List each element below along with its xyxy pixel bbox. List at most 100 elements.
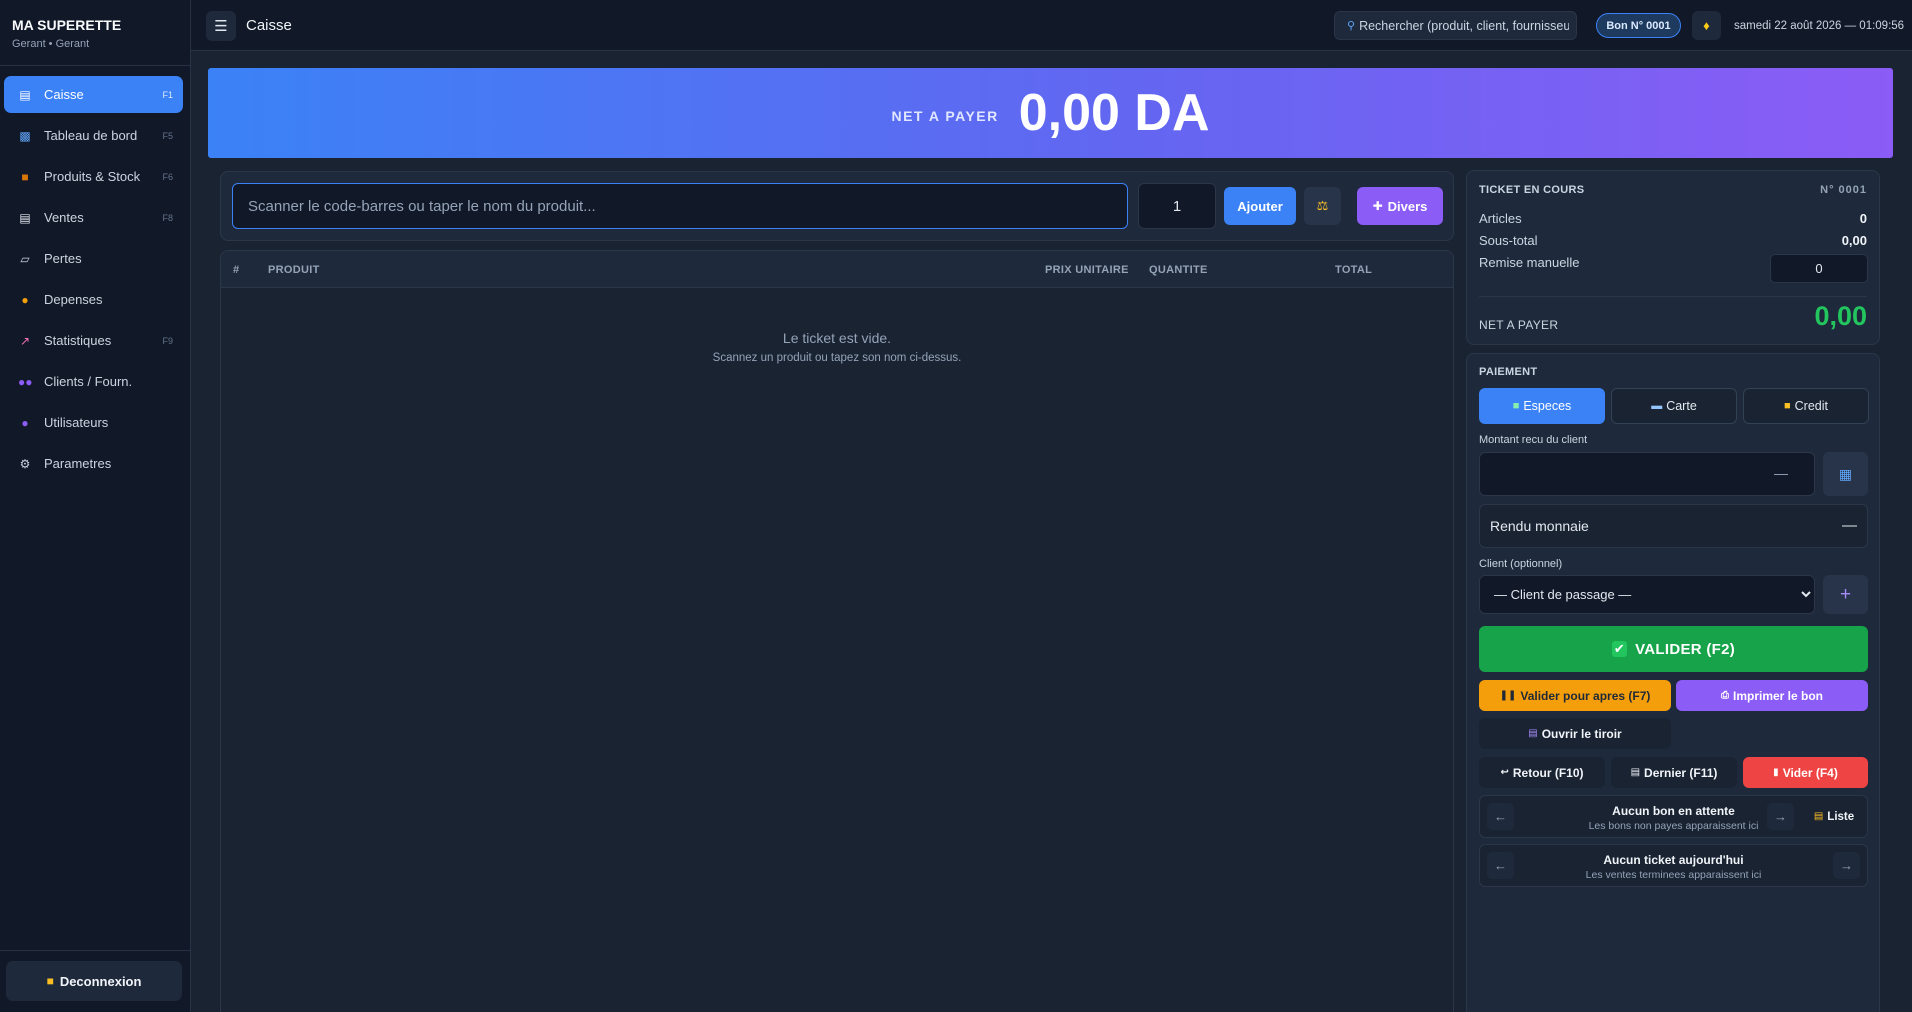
change-box: Rendu monnaie — xyxy=(1479,504,1868,548)
discount-input[interactable] xyxy=(1770,254,1868,283)
next-today-button[interactable]: → xyxy=(1833,852,1860,879)
change-label: Rendu monnaie xyxy=(1490,518,1589,534)
logout-button[interactable]: ■ Deconnexion xyxy=(6,961,182,1001)
gear-icon: ⚙ xyxy=(19,456,31,471)
sidebar-item-produits-stock[interactable]: ■ Produits & Stock F6 xyxy=(4,158,183,195)
clear-label: Vider (F4) xyxy=(1782,765,1838,780)
change-value: — xyxy=(1842,517,1857,534)
brand: MA SUPERETTE Gerant • Gerant xyxy=(0,0,190,66)
net-value: 0,00 xyxy=(1814,301,1867,331)
sidebar-item-tableau-de-bord[interactable]: ▩ Tableau de bord F5 xyxy=(4,117,183,154)
col-header-unit-price: PRIX UNITAIRE xyxy=(1045,264,1129,276)
sidebar-item-ventes[interactable]: ▤ Ventes F8 xyxy=(4,199,183,236)
amount-received-label: Montant recu du client xyxy=(1479,434,1588,446)
calculator-button[interactable]: ▦ xyxy=(1823,452,1868,496)
scanner-panel: Ajouter ⚖ ✚ Divers xyxy=(220,171,1454,241)
payment-title: PAIEMENT xyxy=(1479,366,1538,378)
pay-method-cash[interactable]: ■ Especes xyxy=(1479,388,1605,424)
divers-label: Divers xyxy=(1387,198,1428,214)
col-header-total: TOTAL xyxy=(1335,264,1373,276)
checkmark-icon: ✔ xyxy=(1611,641,1628,657)
open-drawer-button[interactable]: ▤ Ouvrir le tiroir xyxy=(1479,718,1671,749)
last-ticket-button[interactable]: ▤ Dernier (F11) xyxy=(1611,757,1737,788)
box-icon: ■ xyxy=(21,169,29,184)
page-title: Caisse xyxy=(246,17,292,34)
money-bag-icon: ● xyxy=(21,292,29,307)
add-client-button[interactable]: + xyxy=(1823,575,1868,614)
pause-icon: ❚❚ xyxy=(1499,690,1517,701)
clipboard-icon: ▤ xyxy=(1813,811,1824,822)
shortcut-key: F5 xyxy=(162,130,173,141)
amount-received-placeholder: — xyxy=(1774,465,1788,481)
next-held-button[interactable]: → xyxy=(1767,803,1794,830)
shortcut-key: F8 xyxy=(162,212,173,223)
add-product-button[interactable]: Ajouter xyxy=(1224,187,1296,225)
validate-later-label: Valider pour apres (F7) xyxy=(1520,688,1651,703)
lock-icon: ■ xyxy=(46,974,54,988)
articles-label: Articles xyxy=(1479,211,1522,226)
pay-method-credit[interactable]: ■ Credit xyxy=(1743,388,1869,424)
print-label: Imprimer le bon xyxy=(1732,688,1824,703)
user-icon: ● xyxy=(21,415,29,430)
pay-method-card[interactable]: ▬ Carte xyxy=(1611,388,1737,424)
notifications-button[interactable]: ♦ xyxy=(1692,11,1721,40)
topbar: ☰ Caisse ⚲ Bon N° 0001 ♦ samedi 22 août … xyxy=(191,0,1912,51)
pay-method-label: Especes xyxy=(1523,399,1572,413)
amount-received-input[interactable] xyxy=(1479,452,1815,496)
net-label: NET A PAYER xyxy=(1479,318,1559,332)
barcode-input[interactable] xyxy=(232,183,1128,229)
validate-button[interactable]: ✔ VALIDER (F2) xyxy=(1479,626,1868,672)
shortcut-key: F1 xyxy=(162,89,173,100)
chart-icon: ▩ xyxy=(19,128,31,143)
sidebar-item-clients-fourn[interactable]: ●● Clients / Fourn. xyxy=(4,363,183,400)
divers-button[interactable]: ✚ Divers xyxy=(1357,187,1443,225)
sidebar: MA SUPERETTE Gerant • Gerant ▤ Caisse F1… xyxy=(0,0,191,1012)
today-tickets-box: ← Aucun ticket aujourd'hui Les ventes te… xyxy=(1479,844,1868,887)
hamburger-icon: ☰ xyxy=(214,18,228,35)
ticket-title: TICKET EN COURS xyxy=(1479,184,1585,196)
col-header-num: # xyxy=(233,264,240,276)
validate-later-button[interactable]: ❚❚ Valider pour apres (F7) xyxy=(1479,680,1671,711)
brand-subtitle: Gerant • Gerant xyxy=(12,38,90,50)
receipt-icon: ▤ xyxy=(1630,767,1641,778)
global-search-input[interactable] xyxy=(1359,18,1570,33)
sidebar-item-caisse[interactable]: ▤ Caisse F1 xyxy=(4,76,183,113)
articles-value: 0 xyxy=(1859,211,1867,226)
sidebar-item-label: Caisse xyxy=(44,87,84,102)
return-label: Retour (F10) xyxy=(1512,765,1584,780)
return-button[interactable]: ↩ Retour (F10) xyxy=(1479,757,1605,788)
client-select[interactable]: — Client de passage — xyxy=(1479,575,1815,614)
empty-ticket-title: Le ticket est vide. xyxy=(782,330,892,346)
sidebar-item-label: Clients / Fourn. xyxy=(44,374,133,389)
sidebar-item-label: Produits & Stock xyxy=(44,169,141,184)
divider xyxy=(1479,296,1867,297)
today-tickets-subtitle: Les ventes terminees apparaissent ici xyxy=(1585,869,1762,881)
note-icon: ■ xyxy=(1784,400,1791,412)
subtotal-value: 0,00 xyxy=(1841,233,1867,248)
quantity-input[interactable] xyxy=(1138,183,1216,229)
clear-button[interactable]: ▮ Vider (F4) xyxy=(1743,757,1868,788)
sidebar-item-label: Parametres xyxy=(44,456,112,471)
sidebar-item-statistiques[interactable]: ↗ Statistiques F9 xyxy=(4,322,183,359)
sidebar-item-pertes[interactable]: ▱ Pertes xyxy=(4,240,183,277)
open-drawer-label: Ouvrir le tiroir xyxy=(1541,726,1622,741)
held-list-button[interactable]: ▤ Liste xyxy=(1806,803,1862,830)
calculator-icon: ▦ xyxy=(1838,465,1853,482)
users-icon: ●● xyxy=(18,374,33,389)
print-button[interactable]: ⎙ Imprimer le bon xyxy=(1676,680,1868,711)
scale-button[interactable]: ⚖ xyxy=(1304,187,1341,225)
trash-icon: ▮ xyxy=(1773,767,1779,778)
logout-section: ■ Deconnexion xyxy=(0,950,190,1012)
bell-icon: ♦ xyxy=(1703,18,1710,33)
ticket-number: N° 0001 xyxy=(1820,184,1867,196)
col-header-product: PRODUIT xyxy=(268,264,320,276)
register-icon: ▤ xyxy=(19,87,31,102)
last-ticket-label: Dernier (F11) xyxy=(1644,765,1718,780)
receipt-icon: ▤ xyxy=(19,210,31,225)
plus-icon: + xyxy=(1839,583,1852,605)
sidebar-item-parametres[interactable]: ⚙ Parametres xyxy=(4,445,183,482)
sidebar-item-utilisateurs[interactable]: ● Utilisateurs xyxy=(4,404,183,441)
trash-icon: ▱ xyxy=(20,251,30,266)
menu-toggle-button[interactable]: ☰ xyxy=(206,11,236,41)
sidebar-item-depenses[interactable]: ● Depenses xyxy=(4,281,183,318)
